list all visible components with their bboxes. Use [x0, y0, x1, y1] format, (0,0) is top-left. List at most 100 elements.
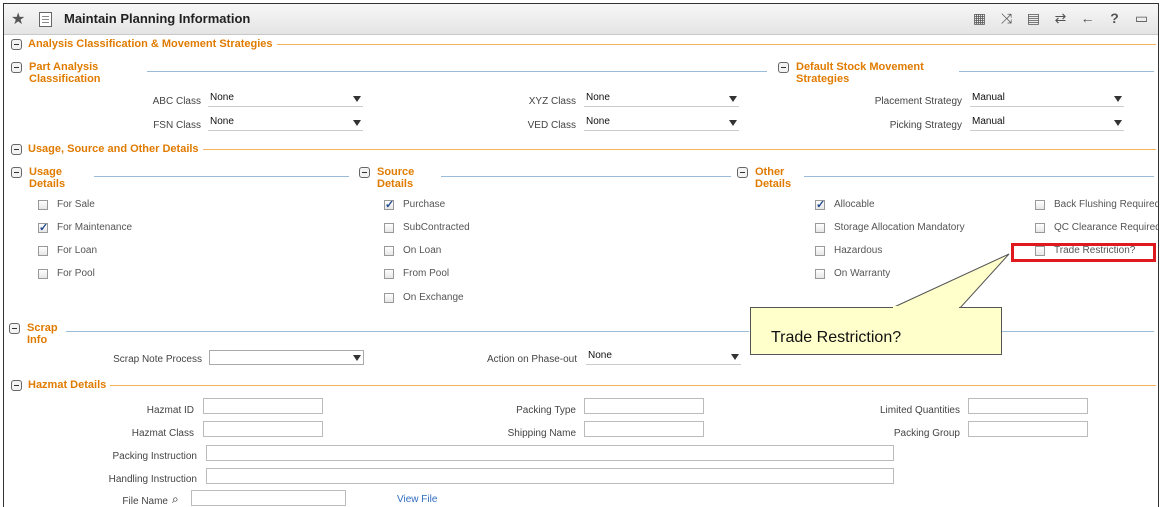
shipping-name-input[interactable] [584, 421, 704, 437]
checkbox-purchase[interactable]: Purchase [384, 198, 446, 211]
abc-class-value: None [210, 92, 234, 103]
shuffle-icon[interactable]: ⤨ [998, 10, 1015, 27]
dropdown-arrow-icon[interactable] [729, 120, 737, 126]
export-icon[interactable]: ▭ [1133, 10, 1150, 27]
subsection-part-analysis[interactable]: Part Analysis Classification [11, 61, 101, 85]
checkbox-box[interactable] [384, 268, 394, 279]
checkbox-on-warranty[interactable]: On Warranty [815, 268, 890, 279]
section-hazmat[interactable]: Hazmat Details [11, 377, 1156, 393]
checkbox-label: Purchase [403, 199, 446, 210]
fsn-class-select[interactable]: None [208, 116, 363, 131]
checkbox-box[interactable] [38, 221, 48, 234]
collapse-icon[interactable] [11, 379, 22, 391]
hazmat-id-input[interactable] [203, 398, 323, 414]
subsection-other[interactable]: Other Details [737, 166, 791, 190]
checkbox-box[interactable] [38, 268, 48, 279]
dropdown-arrow-icon[interactable] [1114, 96, 1122, 102]
subsection-source-label: Source Details [377, 166, 415, 190]
checkbox-label: For Pool [57, 268, 95, 279]
checkbox-on-exchange[interactable]: On Exchange [384, 292, 464, 303]
collapse-icon[interactable] [11, 167, 22, 178]
packing-type-input[interactable] [584, 398, 704, 414]
section-analysis[interactable]: Analysis Classification & Movement Strat… [11, 36, 1156, 52]
scrap-note-process-select[interactable] [209, 350, 364, 365]
back-arrow-icon[interactable]: ← [1079, 10, 1096, 27]
view-file-link[interactable]: View File [397, 494, 437, 505]
subsection-source[interactable]: Source Details [359, 166, 414, 190]
checkbox-box[interactable] [815, 245, 825, 256]
checkbox-for-sale[interactable]: For Sale [38, 199, 95, 210]
section-usage-source[interactable]: Usage, Source and Other Details [11, 141, 1156, 157]
checkbox-label: Back Flushing Required [1054, 199, 1159, 210]
checkbox-for-pool[interactable]: For Pool [38, 268, 95, 279]
collapse-icon[interactable] [737, 167, 748, 178]
file-name-input[interactable] [191, 490, 346, 506]
collapse-icon[interactable] [11, 38, 22, 50]
limited-quantities-input[interactable] [968, 398, 1088, 414]
dropdown-arrow-icon[interactable] [1114, 120, 1122, 126]
checkbox-label: From Pool [403, 268, 450, 279]
xyz-class-select[interactable]: None [584, 92, 739, 107]
checkbox-box[interactable] [38, 199, 48, 210]
print-icon[interactable]: ▤ [1025, 10, 1042, 27]
checkbox-hazardous[interactable]: Hazardous [815, 245, 882, 256]
checkbox-back-flushing[interactable]: Back Flushing Required [1035, 199, 1159, 210]
checkbox-box[interactable] [384, 245, 394, 256]
collapse-icon[interactable] [11, 143, 22, 155]
subsection-default-stock[interactable]: Default Stock Movement Strategies [778, 61, 924, 85]
packing-instruction-input[interactable] [206, 445, 894, 461]
collapse-icon[interactable] [9, 323, 20, 334]
dropdown-arrow-icon[interactable] [729, 96, 737, 102]
dropdown-arrow-icon[interactable] [353, 355, 361, 361]
checkbox-for-maintenance[interactable]: For Maintenance [38, 221, 133, 234]
subsection-usage[interactable]: Usage Details [11, 166, 65, 190]
checkbox-box[interactable] [384, 198, 394, 211]
checkbox-subcontracted[interactable]: SubContracted [384, 222, 470, 233]
dropdown-arrow-icon[interactable] [353, 120, 361, 126]
checkbox-allocable[interactable]: Allocable [815, 198, 875, 211]
divider [441, 176, 731, 177]
placement-strategy-select[interactable]: Manual [970, 92, 1124, 107]
dropdown-arrow-icon[interactable] [731, 354, 739, 360]
divider [66, 331, 749, 332]
search-icon[interactable]: ⌕ [172, 492, 179, 507]
checkbox-from-pool[interactable]: From Pool [384, 268, 449, 279]
checkbox-on-loan[interactable]: On Loan [384, 245, 441, 256]
checkbox-storage-allocation[interactable]: Storage Allocation Mandatory [815, 222, 965, 233]
subsection-scrap[interactable]: Scrap Info [9, 322, 58, 346]
ved-class-select[interactable]: None [584, 116, 739, 131]
abc-class-select[interactable]: None [208, 92, 363, 107]
divider [959, 71, 1154, 72]
checkbox-box[interactable] [1035, 199, 1045, 210]
checkbox-box[interactable] [1035, 222, 1045, 233]
checkbox-qc-clearance[interactable]: QC Clearance Required [1035, 222, 1158, 233]
checkbox-box[interactable] [384, 222, 394, 233]
checkbox-box[interactable] [815, 268, 825, 279]
checkbox-label: For Maintenance [57, 222, 133, 233]
checkbox-box[interactable] [815, 198, 825, 211]
picking-strategy-select[interactable]: Manual [970, 116, 1124, 131]
hazmat-class-input[interactable] [203, 421, 323, 437]
help-icon[interactable]: ? [1106, 10, 1123, 27]
checkbox-label: On Warranty [834, 268, 891, 279]
section-hazmat-label: Hazmat Details [28, 379, 107, 391]
shipping-name-label: Shipping Name [507, 428, 576, 439]
collapse-icon[interactable] [359, 167, 370, 178]
subsection-other-label: Other Details [755, 166, 792, 190]
handling-instruction-input[interactable] [206, 468, 894, 484]
checkbox-box[interactable] [38, 245, 48, 256]
divider [804, 176, 1154, 177]
hazmat-class-label: Hazmat Class [131, 428, 194, 439]
checkbox-box[interactable] [815, 222, 825, 233]
favorite-star-icon[interactable]: ★ [11, 9, 25, 29]
collapse-icon[interactable] [778, 62, 789, 73]
checkbox-box[interactable] [384, 292, 394, 303]
refresh-icon[interactable]: ⇄ [1052, 10, 1069, 27]
dropdown-arrow-icon[interactable] [353, 96, 361, 102]
checkbox-label: On Loan [403, 245, 442, 256]
checkbox-for-loan[interactable]: For Loan [38, 245, 97, 256]
collapse-icon[interactable] [11, 62, 22, 73]
calculator-icon[interactable]: ▦ [971, 10, 988, 27]
packing-group-input[interactable] [968, 421, 1088, 437]
action-on-phase-out-select[interactable]: None [586, 350, 741, 365]
